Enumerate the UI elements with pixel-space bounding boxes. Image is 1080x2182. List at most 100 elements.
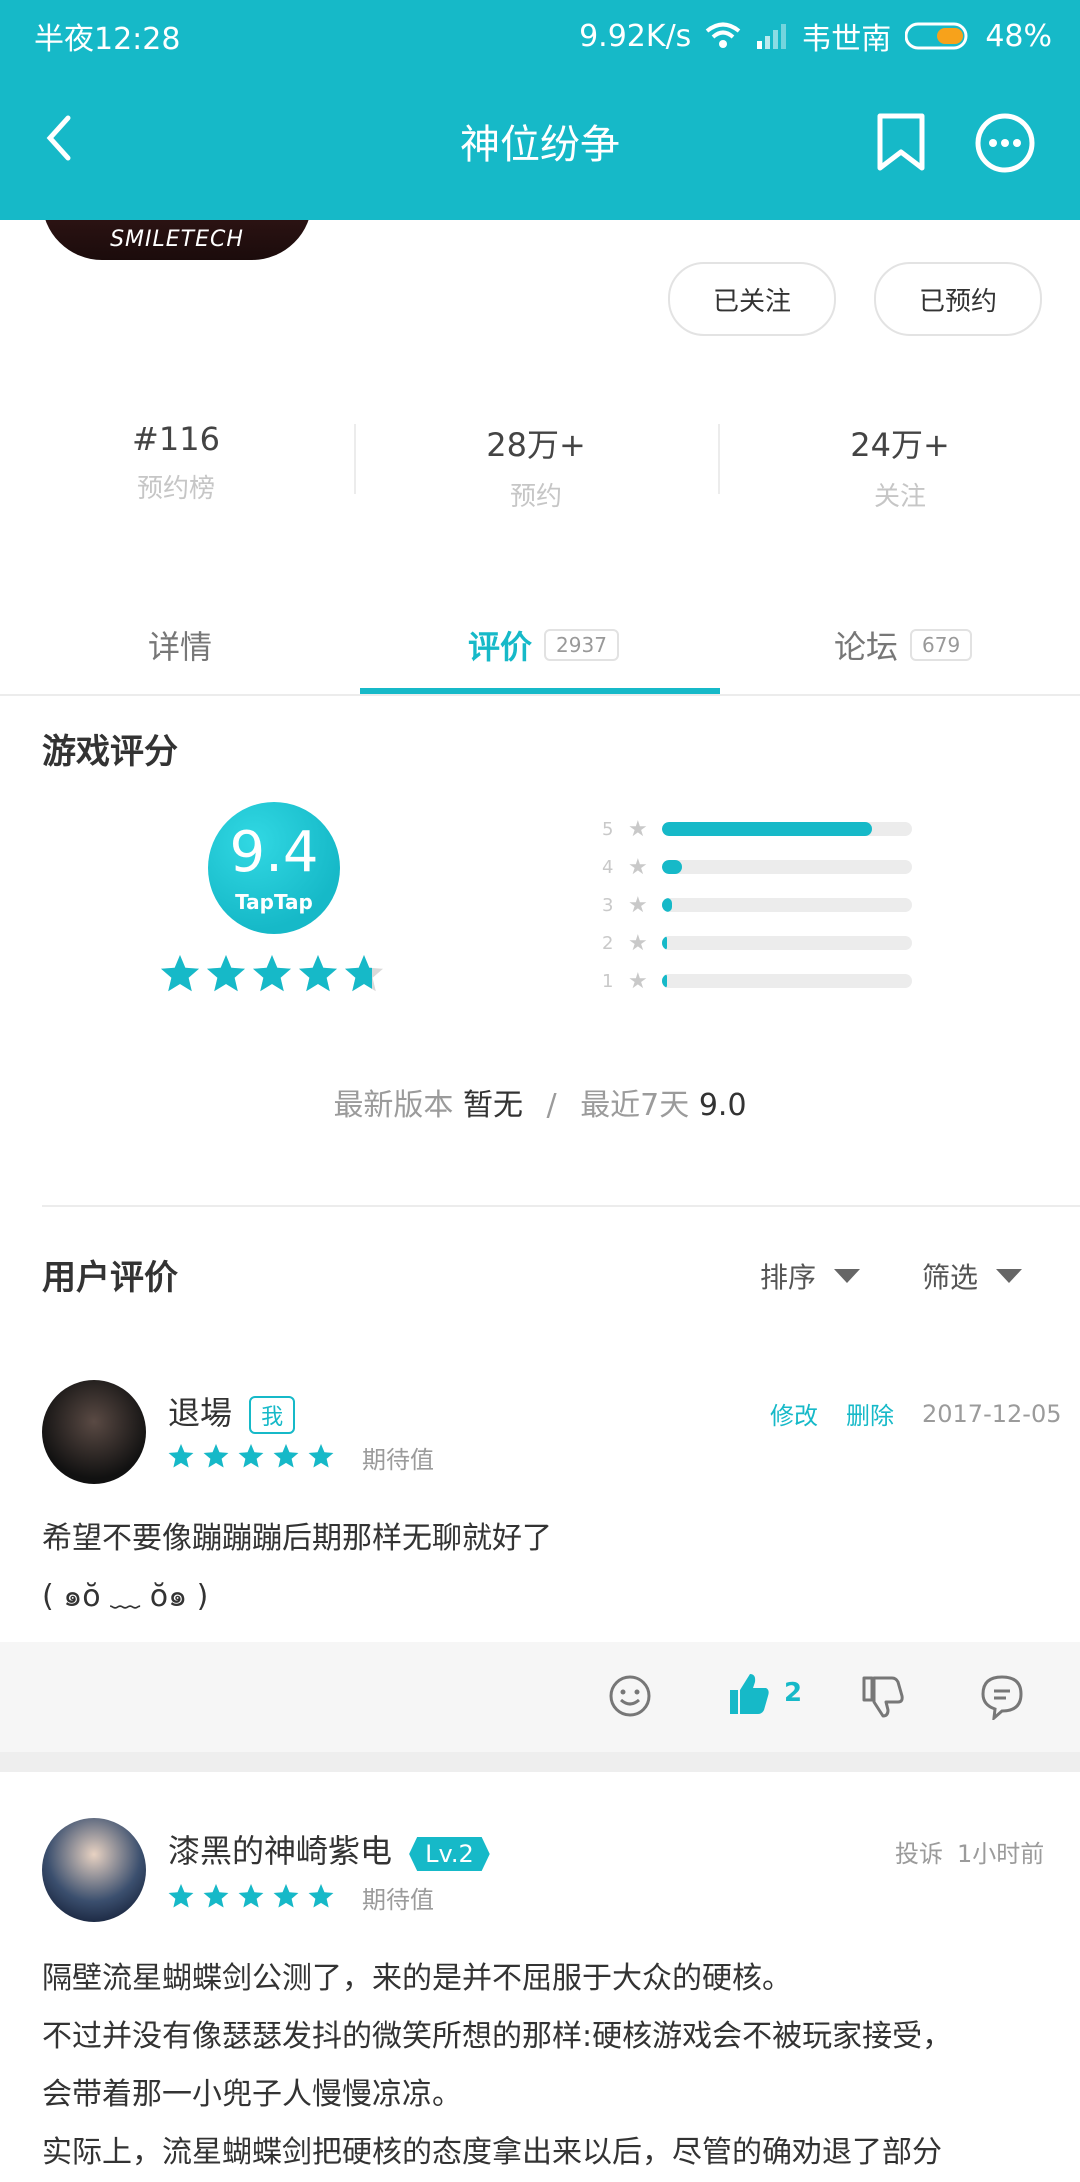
tab-forum-count: 679 xyxy=(910,629,973,661)
star-icon xyxy=(273,1443,299,1467)
review-author: 漆黑的神崎紫电 Lv.2 xyxy=(168,1826,490,1872)
stat-rank-label: 预约榜 xyxy=(136,474,215,504)
stat-rank-value: #116 xyxy=(132,420,220,458)
score-badge: 9.4 TapTap xyxy=(208,802,340,934)
bookmark-icon[interactable] xyxy=(874,112,928,172)
tab-forum[interactable]: 论坛 679 xyxy=(834,610,973,680)
sort-button[interactable]: 排序 xyxy=(760,1256,861,1296)
filter-label: 筛选 xyxy=(922,1261,979,1294)
stat-follow: 24万+ 关注 xyxy=(750,420,1050,513)
status-right: 9.92K/s 韦世南 48% xyxy=(579,14,1052,58)
tab-reviews-label: 评价 xyxy=(468,628,533,666)
review-date: 2017-12-05 xyxy=(922,1399,1062,1428)
star-icon: ★ xyxy=(628,854,648,880)
review-body[interactable]: 隔壁流星蝴蝶剑公测了，来的是并不屈服于大众的硬核。 不过并没有像瑟瑟发抖的微笑所… xyxy=(42,1950,1042,2182)
star-icon xyxy=(207,955,245,992)
review-subtitle: 期待值 xyxy=(362,1886,434,1914)
section-divider xyxy=(42,1205,1080,1207)
star-rating xyxy=(168,1443,334,1467)
review-username[interactable]: 退場 xyxy=(168,1394,232,1432)
battery-icon xyxy=(905,22,968,50)
followed-button[interactable]: 已关注 xyxy=(668,262,836,336)
edit-link[interactable]: 修改 xyxy=(770,1396,818,1431)
rating-bar-label: 3 xyxy=(602,894,614,916)
thumbs-down-icon[interactable] xyxy=(860,1674,904,1720)
review-stars: 期待值 xyxy=(168,1880,434,1915)
rating-bar-track xyxy=(661,898,912,912)
reviews-title: 用户评价 xyxy=(42,1258,178,1298)
divider xyxy=(354,424,356,494)
star-icon xyxy=(203,1883,229,1907)
star-icon xyxy=(238,1443,264,1467)
score-stars xyxy=(161,955,383,992)
emoji-icon[interactable] xyxy=(608,1674,652,1718)
rating-bar-row: 2 ★ xyxy=(602,930,912,956)
stat-rank[interactable]: #116 预约榜 xyxy=(26,420,326,505)
review-body[interactable]: 希望不要像蹦蹦蹦后期那样无聊就好了 ( ๑ŏ ﹏ ŏ๑ ) xyxy=(42,1510,1042,1626)
rating-bar-label: 1 xyxy=(602,970,614,992)
thumbs-up-icon[interactable] xyxy=(726,1670,772,1718)
more-icon[interactable] xyxy=(974,112,1036,174)
level-badge: Lv.2 xyxy=(409,1837,490,1871)
report-link[interactable]: 投诉 xyxy=(895,1834,943,1869)
review-line: ( ๑ŏ ﹏ ŏ๑ ) xyxy=(42,1579,209,1614)
review-time: 1小时前 xyxy=(957,1840,1045,1868)
signal-icon xyxy=(757,24,787,49)
star-icon: ★ xyxy=(628,968,648,994)
recent-value: 9.0 xyxy=(698,1088,747,1123)
comment-icon[interactable] xyxy=(980,1674,1024,1720)
tab-details-label: 详情 xyxy=(148,628,213,666)
rating-bar-label: 4 xyxy=(602,856,614,878)
rating-bar-row: 1 ★ xyxy=(602,968,912,994)
filter-button[interactable]: 筛选 xyxy=(922,1256,1023,1296)
me-tag: 我 xyxy=(249,1396,296,1434)
stat-reserve-value: 28万+ xyxy=(486,426,586,464)
stat-follow-label: 关注 xyxy=(873,482,926,512)
star-icon xyxy=(308,1443,334,1467)
rating-bar-track xyxy=(661,974,912,988)
rating-bar-track xyxy=(661,936,912,950)
version-line: 最新版本 暂无 / 最近7天 9.0 xyxy=(0,1080,1080,1124)
tab-reviews[interactable]: 评价 2937 xyxy=(468,610,619,680)
review-line: 希望不要像蹦蹦蹦后期那样无聊就好了 xyxy=(42,1521,552,1556)
rating-bar-fill xyxy=(661,822,872,836)
star-icon xyxy=(238,1883,264,1907)
review-stars: 期待值 xyxy=(168,1440,434,1475)
tab-details[interactable]: 详情 xyxy=(148,610,212,680)
rating-bar-row: 4 ★ xyxy=(602,854,912,880)
score-value: 9.4 xyxy=(229,820,319,885)
star-icon xyxy=(168,1443,194,1467)
score-brand: TapTap xyxy=(235,890,313,914)
rating-bar-fill xyxy=(661,936,667,950)
star-icon: ★ xyxy=(628,930,648,956)
sort-label: 排序 xyxy=(760,1261,817,1294)
star-icon xyxy=(253,955,291,992)
rating-section-title: 游戏评分 xyxy=(42,732,178,772)
rating-bar-track xyxy=(661,822,912,836)
star-icon xyxy=(203,1443,229,1467)
carrier: 韦世南 xyxy=(801,22,892,57)
review-subtitle: 期待值 xyxy=(362,1446,434,1474)
rating-bar-track xyxy=(661,860,912,874)
star-icon xyxy=(308,1883,334,1907)
tabs-divider xyxy=(0,694,1080,696)
game-icon-text: SMILETECH xyxy=(110,227,244,252)
review-username[interactable]: 漆黑的神崎紫电 xyxy=(168,1832,392,1870)
star-rating xyxy=(168,1883,334,1907)
rating-bar-fill xyxy=(661,974,667,988)
rating-bar-label: 2 xyxy=(602,932,614,954)
star-icon xyxy=(168,1883,194,1907)
avatar[interactable] xyxy=(42,1380,146,1484)
avatar[interactable] xyxy=(42,1818,146,1922)
latest-version-label: 最新版本 xyxy=(333,1088,454,1123)
review-actions: 2 xyxy=(0,1642,1080,1752)
review-separator xyxy=(0,1752,1080,1772)
chevron-down-icon xyxy=(834,1269,861,1283)
rating-bar-label: 5 xyxy=(602,818,614,840)
rating-bar-row: 5 ★ xyxy=(602,817,912,842)
tab-forum-label: 论坛 xyxy=(834,628,899,666)
delete-link[interactable]: 删除 xyxy=(846,1396,894,1431)
recent-label: 最近7天 xyxy=(580,1088,690,1123)
stat-reserve-label: 预约 xyxy=(509,482,562,512)
reserved-button[interactable]: 已预约 xyxy=(874,262,1042,336)
